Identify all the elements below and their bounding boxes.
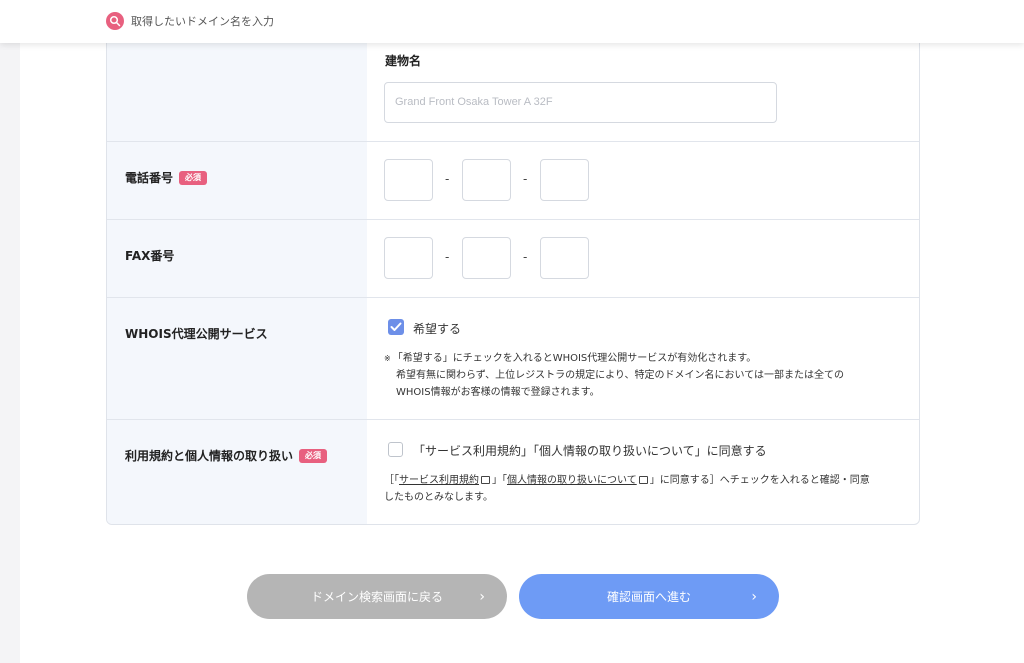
building-input[interactable]: Grand Front Osaka Tower A 32F [384, 82, 777, 123]
fax-input-1[interactable] [384, 237, 433, 279]
row-divider [107, 219, 919, 220]
terms-checkbox[interactable] [388, 442, 403, 457]
phone-separator: - [523, 172, 528, 186]
terms-note-line-2: したものとみなします。 [384, 492, 493, 503]
chevron-right-icon: › [479, 589, 485, 605]
whois-note-line-1: 「希望する」にチェックを入れるとWHOIS代理公開サービスが有効化されます。 [392, 353, 757, 364]
contact-form-card: 建物名 Grand Front Osaka Tower A 32F 電話番号 必… [106, 20, 920, 525]
search-input[interactable]: 取得したいドメイン名を入力 [131, 13, 274, 29]
phone-input-2[interactable] [462, 159, 511, 201]
fax-label: FAX番号 [125, 249, 175, 263]
whois-note: ※ 「希望する」にチェックを入れるとWHOIS代理公開サービスが有効化されます。 … [384, 350, 844, 401]
external-link-icon [481, 476, 490, 484]
proceed-to-confirm-button[interactable]: 確認画面へ進む › [519, 574, 779, 619]
whois-row-label: WHOIS代理公開サービス [125, 325, 268, 342]
terms-note-tail: 」に同意する］へチェックを入れると確認・同意 [649, 475, 870, 486]
chevron-right-icon: › [751, 589, 757, 605]
terms-checkbox-label[interactable]: 「サービス利用規約」「個人情報の取り扱いについて」に同意する [413, 442, 767, 459]
fax-input-3[interactable] [540, 237, 589, 279]
next-button-label: 確認画面へ進む [606, 590, 691, 604]
terms-note: ［「サービス利用規約 」「個人情報の取り扱いについて 」に同意する］へチェックを入れ… [384, 472, 914, 506]
external-link-icon [638, 476, 648, 484]
search-icon[interactable] [106, 12, 124, 30]
whois-label: WHOIS代理公開サービス [125, 327, 268, 341]
terms-row-label: 利用規約と個人情報の取り扱い 必須 [125, 447, 328, 464]
fax-separator: - [523, 250, 528, 264]
building-field-title: 建物名 [385, 54, 422, 68]
note-mark: ※ [384, 354, 391, 363]
row-divider [107, 141, 919, 142]
required-badge: 必須 [299, 448, 328, 463]
domain-search-bar[interactable]: 取得したいドメイン名を入力 [0, 0, 1024, 43]
fax-row-label: FAX番号 [125, 247, 174, 264]
row-divider [107, 419, 919, 420]
phone-input-1[interactable] [384, 159, 433, 201]
terms-note-open: ［「 [384, 475, 399, 486]
whois-checkbox-label[interactable]: 希望する [413, 320, 461, 337]
phone-separator: - [445, 172, 450, 186]
fax-input-2[interactable] [462, 237, 511, 279]
terms-of-service-link[interactable]: サービス利用規約 [399, 475, 479, 486]
phone-input-3[interactable] [540, 159, 589, 201]
terms-label: 利用規約と個人情報の取り扱い [125, 449, 294, 463]
check-icon [390, 322, 402, 331]
privacy-policy-link[interactable]: 個人情報の取り扱いについて [507, 475, 637, 486]
terms-note-mid: 」「 [492, 475, 507, 486]
phone-label: 電話番号 [125, 171, 174, 185]
phone-row-label: 電話番号 必須 [125, 169, 208, 186]
whois-checkbox[interactable] [388, 319, 404, 335]
fax-separator: - [445, 250, 450, 264]
back-to-search-button[interactable]: ドメイン検索画面に戻る › [247, 574, 507, 619]
required-badge: 必須 [179, 170, 208, 185]
back-button-label: ドメイン検索画面に戻る [310, 590, 443, 604]
row-divider [107, 297, 919, 298]
whois-note-line-2: 希望有無に関わらず、上位レジストラの規定により、特定のドメイン名においては一部ま… [396, 370, 844, 381]
whois-note-line-3: WHOIS情報がお客様の情報で登録されます。 [396, 387, 600, 398]
